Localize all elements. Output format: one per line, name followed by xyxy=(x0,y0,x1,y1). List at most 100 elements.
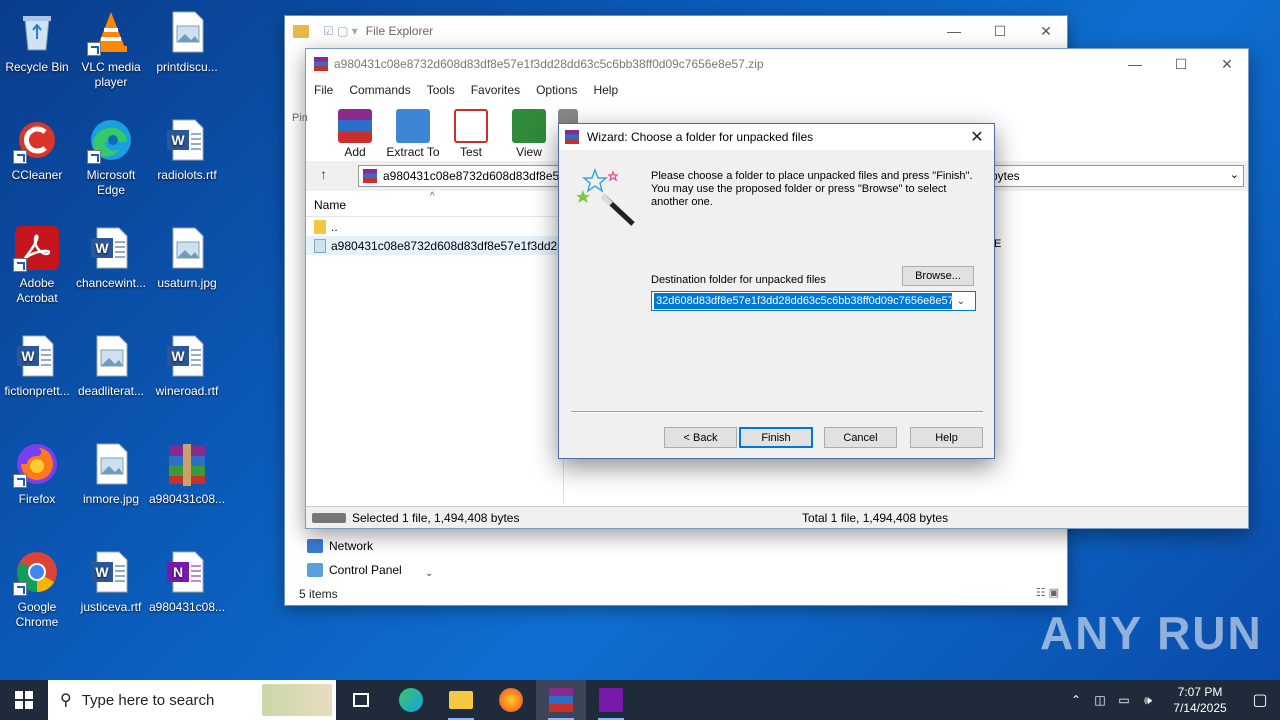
menu-help[interactable]: Help xyxy=(593,83,618,97)
firefox-icon xyxy=(499,688,523,712)
minimize-button[interactable]: — xyxy=(931,16,977,46)
add-archive-icon xyxy=(338,109,372,143)
task-view-button[interactable] xyxy=(336,680,386,720)
desktop-icon-vlc[interactable]: VLC media player xyxy=(74,8,148,90)
desktop-icon-label: inmore.jpg xyxy=(82,492,140,506)
toolbar-test-button[interactable]: Test xyxy=(442,109,500,159)
chevron-down-icon[interactable]: ⌄ xyxy=(952,296,970,307)
svg-text:W: W xyxy=(95,240,109,256)
desktop-icon-microsoft-edge[interactable]: Microsoft Edge xyxy=(74,116,148,198)
list-item[interactable]: .. xyxy=(306,217,563,236)
archive-small-icon xyxy=(363,169,377,183)
desktop-icon-label: printdiscu... xyxy=(156,60,218,74)
desktop-icon-label: Microsoft Edge xyxy=(86,168,136,197)
column-header-label: Name xyxy=(314,197,347,212)
destination-label: Destination folder for unpacked files xyxy=(651,274,826,286)
close-button[interactable]: ✕ xyxy=(1204,49,1250,79)
nav-item-network[interactable]: Network xyxy=(307,534,402,558)
archive-path-text: a980431c08e8732d608d83df8e57e xyxy=(383,169,573,183)
side-fragment: Pin xyxy=(292,112,308,124)
destination-folder-combo[interactable]: 32d608d83df8e57e1f3dd28dd63c5c6bb38ff0d0… xyxy=(651,291,976,311)
quick-access-toolbar[interactable]: ☑ ▢ ▾ xyxy=(323,24,358,38)
back-button[interactable]: < Back xyxy=(664,427,737,448)
desktop-icon-justiceva[interactable]: W justiceva.rtf xyxy=(74,548,148,615)
menu-favorites[interactable]: Favorites xyxy=(471,83,520,97)
menu-tools[interactable]: Tools xyxy=(427,83,455,97)
edge-icon xyxy=(87,116,135,164)
start-button[interactable] xyxy=(0,680,48,720)
taskbar-onenote[interactable] xyxy=(586,680,636,720)
chrome-icon xyxy=(13,548,61,596)
desktop-icon-label: radiolots.rtf xyxy=(157,168,217,182)
clock-date: 7/14/2025 xyxy=(1173,701,1227,715)
network-tray-icon[interactable]: ◫ xyxy=(1088,693,1112,707)
winrar-archive-icon xyxy=(163,440,211,488)
browse-button[interactable]: Browse... xyxy=(902,266,974,286)
acrobat-icon xyxy=(13,224,61,272)
desktop-icon-archive[interactable]: a980431c08... xyxy=(149,440,225,507)
ethernet-icon[interactable]: ▭ xyxy=(1112,693,1136,707)
minimize-button[interactable]: — xyxy=(1112,49,1158,79)
status-total: Total 1 file, 1,494,408 bytes xyxy=(802,510,949,525)
toolbar-add-button[interactable]: Add xyxy=(326,109,384,159)
close-button[interactable]: ✕ xyxy=(1023,16,1069,46)
taskbar-winrar[interactable] xyxy=(536,680,586,720)
desktop-icon-wineroad[interactable]: W wineroad.rtf xyxy=(150,332,224,399)
taskbar-clock[interactable]: 7:07 PM 7/14/2025 xyxy=(1160,684,1240,716)
taskbar-search[interactable]: ⚲ Type here to search xyxy=(48,680,336,720)
onenote-file-icon: N xyxy=(163,548,211,596)
view-toggle-icons[interactable]: ☷ ▣ xyxy=(1036,586,1059,599)
desktop-icon-label: a980431c08... xyxy=(148,600,226,614)
winrar-titlebar[interactable]: a980431c08e8732d608d83df8e57e1f3dd28dd63… xyxy=(306,49,1248,79)
wizard-titlebar[interactable]: Wizard: Choose a folder for unpacked fil… xyxy=(559,124,994,150)
desktop-icon-chancewint[interactable]: W chancewint... xyxy=(74,224,148,291)
wizard-dialog[interactable]: Wizard: Choose a folder for unpacked fil… xyxy=(558,123,995,459)
desktop-icon-ccleaner[interactable]: CCleaner xyxy=(0,116,74,183)
desktop-icon-recycle-bin[interactable]: Recycle Bin xyxy=(0,8,74,75)
desktop-icon-firefox[interactable]: Firefox xyxy=(0,440,74,507)
taskbar-edge[interactable] xyxy=(386,680,436,720)
desktop-icon-inmore[interactable]: inmore.jpg xyxy=(74,440,148,507)
desktop-icon-google-chrome[interactable]: Google Chrome xyxy=(0,548,74,630)
taskbar-firefox[interactable] xyxy=(486,680,536,720)
menu-commands[interactable]: Commands xyxy=(349,83,410,97)
desktop-icon-printdiscu[interactable]: printdiscu... xyxy=(150,8,224,75)
desktop-icon-adobe-acrobat[interactable]: Adobe Acrobat xyxy=(0,224,74,306)
destination-folder-value[interactable]: 32d608d83df8e57e1f3dd28dd63c5c6bb38ff0d0… xyxy=(654,293,952,309)
maximize-button[interactable]: ☐ xyxy=(977,16,1023,46)
archive-file-list[interactable]: Name ^ .. a980431c08e8732d608d83df8e57e1… xyxy=(306,191,564,503)
desktop-icon-label: Adobe Acrobat xyxy=(16,276,58,305)
cancel-button[interactable]: Cancel xyxy=(824,427,897,448)
desktop-icon-fictionprett[interactable]: W fictionprett... xyxy=(0,332,74,399)
nav-scroll-down-icon[interactable]: ⌄ xyxy=(425,568,433,579)
menu-file[interactable]: File xyxy=(314,83,333,97)
help-button[interactable]: Help xyxy=(910,427,983,448)
menu-options[interactable]: Options xyxy=(536,83,577,97)
up-arrow-icon[interactable]: ↑ xyxy=(320,166,327,182)
nav-item-control-panel[interactable]: Control Panel xyxy=(307,558,402,582)
close-icon[interactable]: ✕ xyxy=(966,127,988,147)
toolbar-view-button[interactable]: View xyxy=(500,109,558,159)
volume-icon[interactable]: 🕪 xyxy=(1136,693,1160,708)
wizard-title: Wizard: Choose a folder for unpacked fil… xyxy=(587,130,814,144)
finish-button[interactable]: Finish xyxy=(739,427,813,448)
taskbar-file-explorer[interactable] xyxy=(436,680,486,720)
maximize-button[interactable]: ☐ xyxy=(1158,49,1204,79)
desktop-icon-onenote-file[interactable]: N a980431c08... xyxy=(148,548,226,615)
list-item[interactable]: a980431c08e8732d608d83df8e57e1f3dd28... xyxy=(306,236,563,255)
explorer-title: File Explorer xyxy=(365,24,434,38)
desktop-icon-deadliterat[interactable]: deadliterat... xyxy=(74,332,148,399)
sort-arrow-icon: ^ xyxy=(430,191,435,202)
column-header-name[interactable]: Name ^ xyxy=(306,191,563,217)
winrar-small-icon xyxy=(565,130,579,144)
notification-icon[interactable]: ▢ xyxy=(1240,690,1280,710)
desktop-icon-label: deadliterat... xyxy=(77,384,145,398)
desktop-icon-usaturn[interactable]: usaturn.jpg xyxy=(150,224,224,291)
desktop-icon-radiolots[interactable]: W radiolots.rtf xyxy=(150,116,224,183)
toolbar-extract-to-button[interactable]: Extract To xyxy=(384,109,442,159)
magic-wand-icon xyxy=(573,166,639,232)
list-item-name: a980431c08e8732d608d83df8e57e1f3dd28... xyxy=(331,238,563,253)
svg-text:W: W xyxy=(21,348,35,364)
tray-overflow-icon[interactable]: ⌃ xyxy=(1064,693,1088,707)
chevron-down-icon[interactable]: ⌄ xyxy=(1230,168,1239,181)
